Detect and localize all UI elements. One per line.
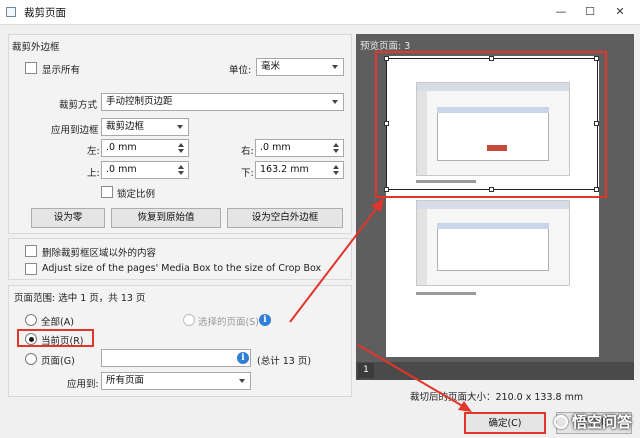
watermark-text: 悟空问答 xyxy=(571,413,632,431)
watermark-logo-icon xyxy=(553,415,568,429)
annotation-arrows xyxy=(289,198,472,412)
watermark: 悟空问答 xyxy=(553,411,632,432)
